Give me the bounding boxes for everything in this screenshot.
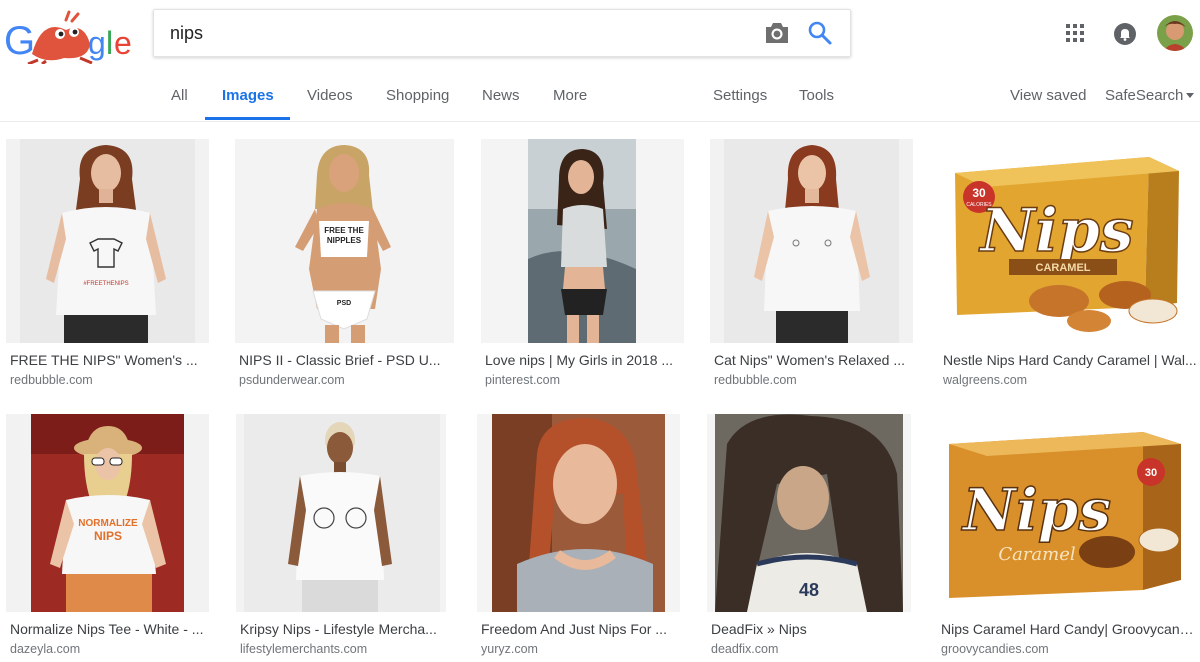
result-thumbnail[interactable]: NORMALIZE NIPS bbox=[6, 414, 209, 612]
box-brand-text: Nips bbox=[961, 476, 1111, 544]
image-result[interactable]: 30 Nips Caramel Nips Caramel Hard Candy|… bbox=[937, 414, 1200, 662]
active-tab-indicator bbox=[205, 117, 290, 120]
svg-text:l: l bbox=[106, 25, 113, 61]
search-tabs-bar: All Images Videos Shopping News More Set… bbox=[0, 70, 1200, 122]
result-thumbnail[interactable] bbox=[236, 414, 446, 612]
result-thumbnail[interactable] bbox=[477, 414, 680, 612]
result-source: pinterest.com bbox=[485, 373, 561, 387]
chevron-down-icon bbox=[1186, 92, 1195, 98]
image-result[interactable]: 30 CALORIES Nips CARAMEL Nestle Nips Har… bbox=[939, 139, 1200, 389]
result-title[interactable]: DeadFix » Nips bbox=[711, 621, 907, 637]
result-thumbnail[interactable] bbox=[710, 139, 913, 343]
result-thumbnail[interactable]: 48 bbox=[707, 414, 911, 612]
safesearch-dropdown[interactable]: SafeSearch bbox=[1105, 70, 1195, 122]
box-flavor-text: Caramel bbox=[998, 544, 1076, 565]
svg-text:e: e bbox=[114, 25, 132, 61]
search-box bbox=[153, 9, 851, 57]
image-result[interactable]: FREE THE NIPPLES PSD NIPS II - Classic B… bbox=[235, 139, 454, 389]
google-doodle-logo[interactable]: G g l e bbox=[2, 10, 137, 66]
result-source: deadfix.com bbox=[711, 642, 779, 656]
result-source: lifestylemerchants.com bbox=[240, 642, 368, 656]
notifications-bell-icon[interactable] bbox=[1113, 22, 1137, 46]
result-title[interactable]: Kripsy Nips - Lifestyle Mercha... bbox=[240, 621, 445, 637]
safesearch-label: SafeSearch bbox=[1105, 87, 1184, 104]
tab-all[interactable]: All bbox=[171, 70, 188, 122]
result-source: yuryz.com bbox=[481, 642, 538, 656]
image-result[interactable]: NORMALIZE NIPS Normalize Nips Tee - Whit… bbox=[6, 414, 209, 662]
result-source: groovycandies.com bbox=[941, 642, 1049, 656]
top-print-line1: FREE THE bbox=[324, 226, 364, 235]
result-thumbnail[interactable]: 30 CALORIES Nips CARAMEL bbox=[939, 139, 1200, 343]
image-result[interactable]: Kripsy Nips - Lifestyle Mercha... lifest… bbox=[236, 414, 446, 662]
result-title[interactable]: FREE THE NIPS" Women's ... bbox=[10, 352, 206, 368]
tab-shopping[interactable]: Shopping bbox=[386, 70, 449, 122]
jersey-number: 48 bbox=[799, 580, 819, 600]
tee-print-line1: NORMALIZE bbox=[78, 518, 138, 529]
result-source: redbubble.com bbox=[10, 373, 93, 387]
settings-link[interactable]: Settings bbox=[713, 70, 767, 122]
view-saved-link[interactable]: View saved bbox=[1010, 70, 1086, 122]
result-source: walgreens.com bbox=[943, 373, 1028, 387]
result-source: psdunderwear.com bbox=[239, 373, 345, 387]
result-title[interactable]: Cat Nips" Women's Relaxed ... bbox=[714, 352, 910, 368]
shirt-print-text: #FREETHENIPS bbox=[83, 281, 128, 287]
svg-text:g: g bbox=[88, 25, 106, 61]
calorie-number: 30 bbox=[1145, 467, 1157, 479]
image-result[interactable]: Love nips | My Girls in 2018 ... pintere… bbox=[481, 139, 684, 389]
tools-link[interactable]: Tools bbox=[799, 70, 834, 122]
result-thumbnail[interactable]: #FREETHENIPS bbox=[6, 139, 209, 343]
tab-news[interactable]: News bbox=[482, 70, 520, 122]
image-result[interactable]: #FREETHENIPS FREE THE NIPS" Women's ... … bbox=[6, 139, 209, 389]
camera-icon[interactable] bbox=[763, 20, 791, 46]
result-title[interactable]: NIPS II - Classic Brief - PSD U... bbox=[239, 352, 449, 368]
box-brand-text: Nips bbox=[978, 196, 1133, 266]
result-thumbnail[interactable]: 30 Nips Caramel bbox=[937, 414, 1200, 612]
image-result[interactable]: Cat Nips" Women's Relaxed ... redbubble.… bbox=[710, 139, 913, 389]
result-thumbnail[interactable] bbox=[481, 139, 684, 343]
result-title[interactable]: Freedom And Just Nips For ... bbox=[481, 621, 677, 637]
svg-text:G: G bbox=[4, 19, 35, 63]
account-avatar[interactable] bbox=[1157, 15, 1193, 51]
tab-videos[interactable]: Videos bbox=[307, 70, 353, 122]
result-source: redbubble.com bbox=[714, 373, 797, 387]
result-title[interactable]: Nips Caramel Hard Candy| Groovycand... bbox=[941, 621, 1198, 637]
image-result[interactable]: 48 DeadFix » Nips deadfix.com bbox=[707, 414, 911, 662]
result-title[interactable]: Normalize Nips Tee - White - ... bbox=[10, 621, 208, 637]
tab-more[interactable]: More bbox=[553, 70, 587, 122]
result-thumbnail[interactable]: FREE THE NIPPLES PSD bbox=[235, 139, 454, 343]
tab-images[interactable]: Images bbox=[222, 70, 274, 122]
top-print-line2: NIPPLES bbox=[327, 236, 362, 245]
image-result[interactable]: Freedom And Just Nips For ... yuryz.com bbox=[477, 414, 680, 662]
box-flavor-text: CARAMEL bbox=[1036, 262, 1091, 274]
tee-print-line2: NIPS bbox=[94, 529, 122, 543]
result-title[interactable]: Nestle Nips Hard Candy Caramel | Wal... bbox=[943, 352, 1200, 368]
search-input[interactable] bbox=[170, 10, 730, 56]
brief-brand-text: PSD bbox=[337, 300, 351, 307]
result-title[interactable]: Love nips | My Girls in 2018 ... bbox=[485, 352, 681, 368]
search-icon[interactable] bbox=[807, 20, 833, 46]
apps-grid-icon[interactable] bbox=[1065, 23, 1085, 43]
result-source: dazeyla.com bbox=[10, 642, 81, 656]
